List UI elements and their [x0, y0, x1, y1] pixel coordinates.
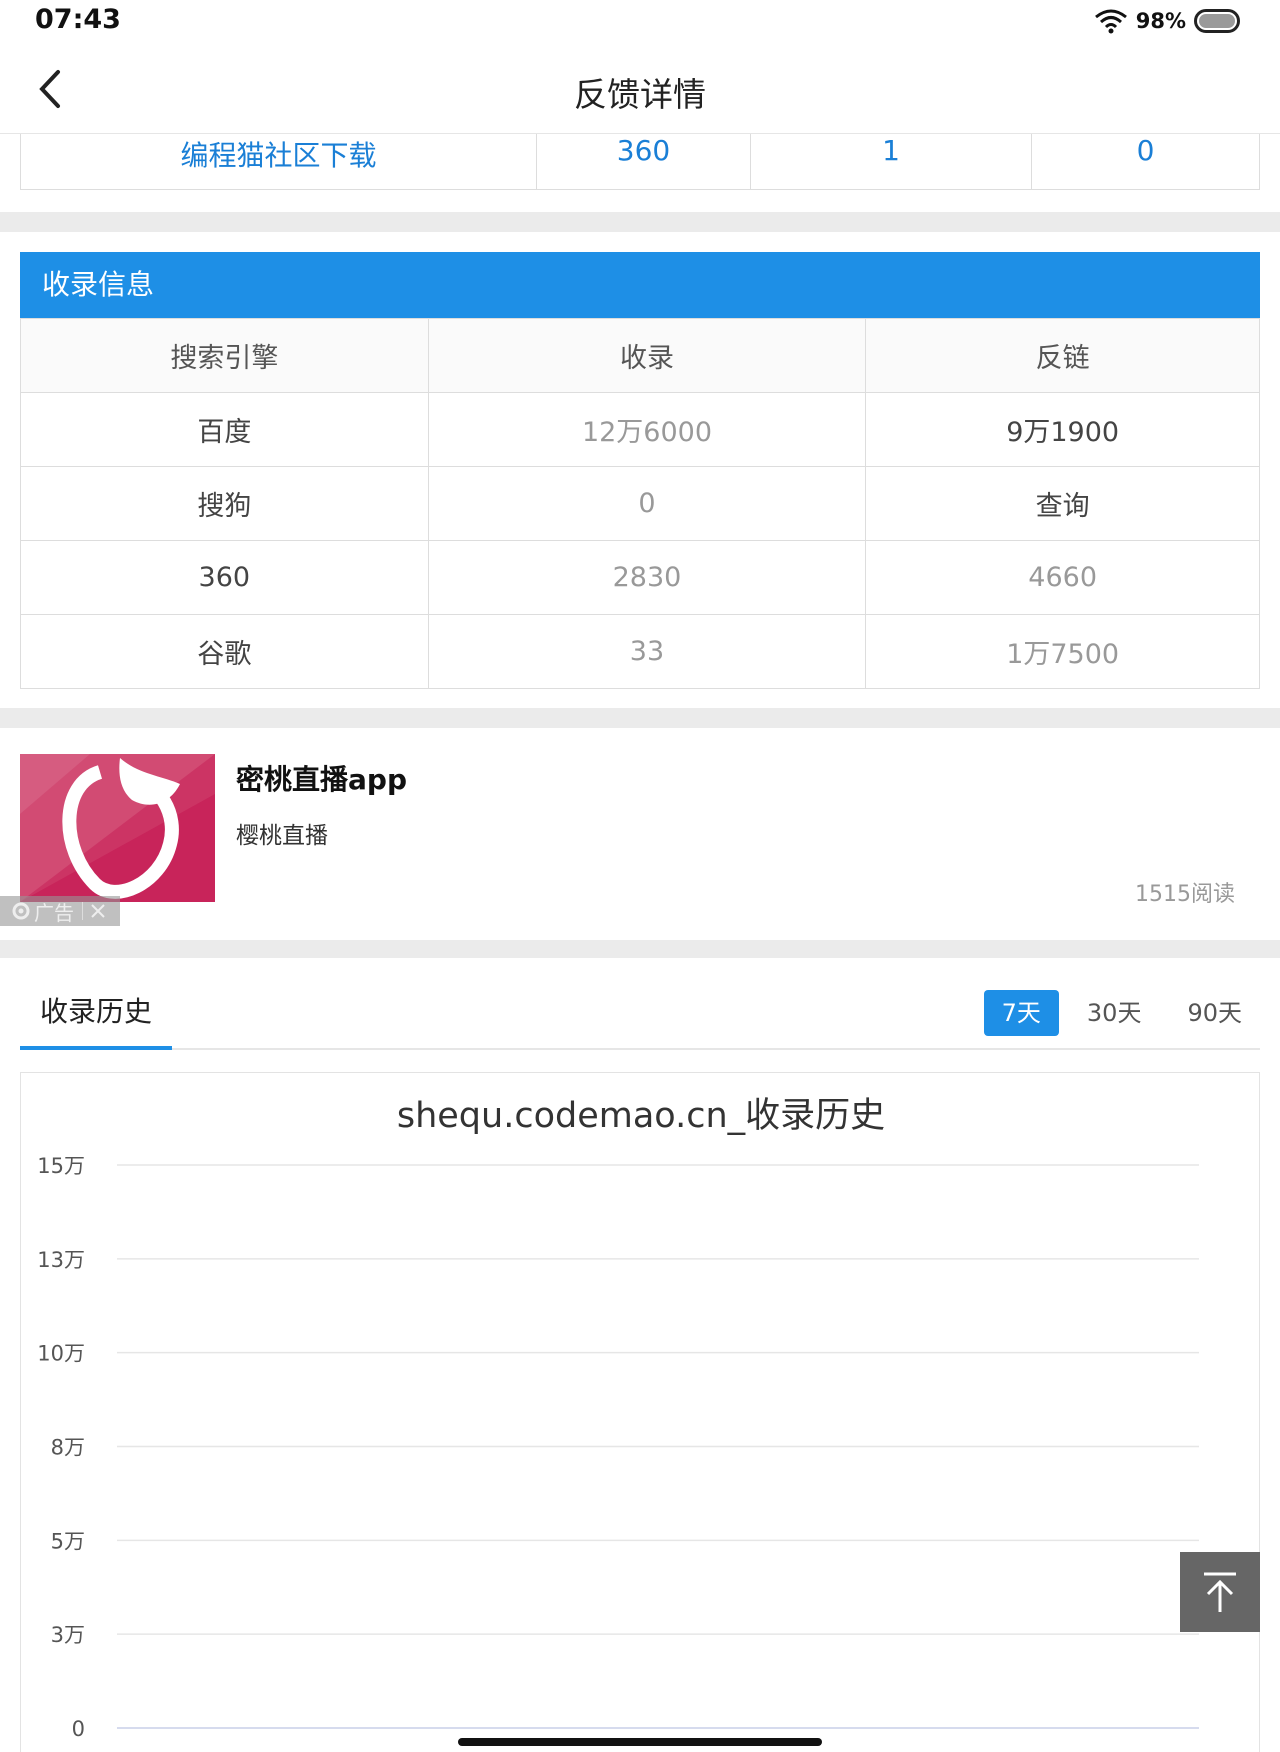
ad-label: 广告 — [34, 900, 74, 925]
index-info-panel: 收录信息 搜索引擎 收录 反链 百度 12万6000 9万1900 搜狗 0 查… — [20, 252, 1260, 689]
index-info-table: 搜索引擎 收录 反链 百度 12万6000 9万1900 搜狗 0 查询 360… — [20, 318, 1260, 689]
y-tick-label: 0 — [72, 1717, 85, 1741]
chart-canvas: 15万 13万 10万 8万 5万 3万 0 — [37, 1154, 1199, 1741]
column-header: 反链 — [865, 318, 1260, 393]
peach-logo-image — [20, 754, 215, 902]
ad-image[interactable] — [20, 754, 215, 902]
home-indicator — [458, 1738, 822, 1746]
engine-name: 百度 — [20, 392, 429, 467]
column-header: 搜索引擎 — [20, 318, 429, 393]
table-header-row: 搜索引擎 收录 反链 — [20, 318, 1260, 393]
query-link[interactable]: 查询 — [865, 466, 1260, 541]
ad-title[interactable]: 密桃直播app — [236, 758, 407, 798]
column-header: 收录 — [427, 318, 867, 393]
history-chart: shequ.codemao.cn_收录历史 15万 13万 10万 8万 5万 3万 0 — [20, 1072, 1260, 1752]
range-7-days-button[interactable]: 7天 — [983, 990, 1059, 1036]
y-tick-label: 10万 — [37, 1342, 85, 1366]
site-value-1[interactable]: 360 — [537, 134, 751, 189]
engine-name: 360 — [20, 540, 429, 615]
back-to-top-button[interactable] — [1180, 1552, 1260, 1632]
ad-subtitle: 樱桃直播 — [236, 823, 328, 849]
history-header: 收录历史 7天 30天 90天 — [20, 958, 1260, 1050]
status-time: 07:43 — [35, 4, 121, 35]
index-count: 0 — [427, 466, 867, 541]
y-tick-label: 8万 — [51, 1436, 85, 1460]
backlink-count: 1万7500 — [865, 614, 1260, 689]
range-90-days-button[interactable]: 90天 — [1169, 990, 1260, 1036]
ad-read-count: 1515阅读 — [1135, 882, 1235, 907]
table-row: 360 2830 4660 — [20, 540, 1260, 615]
range-selector: 7天 30天 90天 — [983, 990, 1260, 1036]
header: 反馈详情 — [0, 48, 1280, 134]
y-tick-label: 3万 — [51, 1623, 85, 1647]
table-row: 谷歌 33 1万7500 — [20, 614, 1260, 689]
divider-band — [0, 212, 1280, 232]
engine-name: 谷歌 — [20, 614, 429, 689]
index-count: 33 — [427, 614, 867, 689]
engine-name: 搜狗 — [20, 466, 429, 541]
ad-card[interactable]: 密桃直播app 樱桃直播 1515阅读 广告 — [0, 730, 1280, 940]
arrow-up-icon — [1204, 1572, 1236, 1612]
backlink-link[interactable]: 9万1900 — [865, 392, 1260, 467]
battery-icon — [1194, 9, 1240, 33]
ad-close-button[interactable] — [82, 902, 107, 920]
table-row: 百度 12万6000 9万1900 — [20, 392, 1260, 467]
index-count: 2830 — [427, 540, 867, 615]
site-table-row: 编程猫社区下载 360 1 0 — [20, 134, 1260, 190]
index-info-title: 收录信息 — [20, 252, 1260, 318]
divider-band — [0, 708, 1280, 728]
index-count: 12万6000 — [427, 392, 867, 467]
battery-percent: 98% — [1135, 9, 1186, 33]
ad-badge: 广告 — [0, 896, 120, 926]
status-bar: 07:43 98% — [0, 0, 1280, 48]
page-title: 反馈详情 — [574, 75, 706, 114]
site-value-3[interactable]: 0 — [1032, 134, 1259, 189]
y-tick-label: 5万 — [51, 1529, 85, 1553]
site-value-2[interactable]: 1 — [751, 134, 1032, 189]
screen: 07:43 98% 反馈详情 编程猫社区下载 360 1 0 收录信息 搜索引擎… — [0, 0, 1280, 1752]
range-30-days-button[interactable]: 30天 — [1069, 990, 1160, 1036]
close-icon — [91, 904, 105, 918]
tab-index-history[interactable]: 收录历史 — [20, 958, 172, 1050]
backlink-count: 4660 — [865, 540, 1260, 615]
divider-band — [0, 940, 1280, 958]
wifi-icon — [1094, 9, 1127, 34]
table-row: 搜狗 0 查询 — [20, 466, 1260, 541]
site-name-link[interactable]: 编程猫社区下载 — [21, 134, 537, 189]
ad-settings-icon — [12, 902, 30, 920]
y-tick-label: 15万 — [37, 1154, 85, 1178]
status-right: 98% — [1094, 8, 1240, 34]
y-tick-label: 13万 — [37, 1248, 85, 1272]
